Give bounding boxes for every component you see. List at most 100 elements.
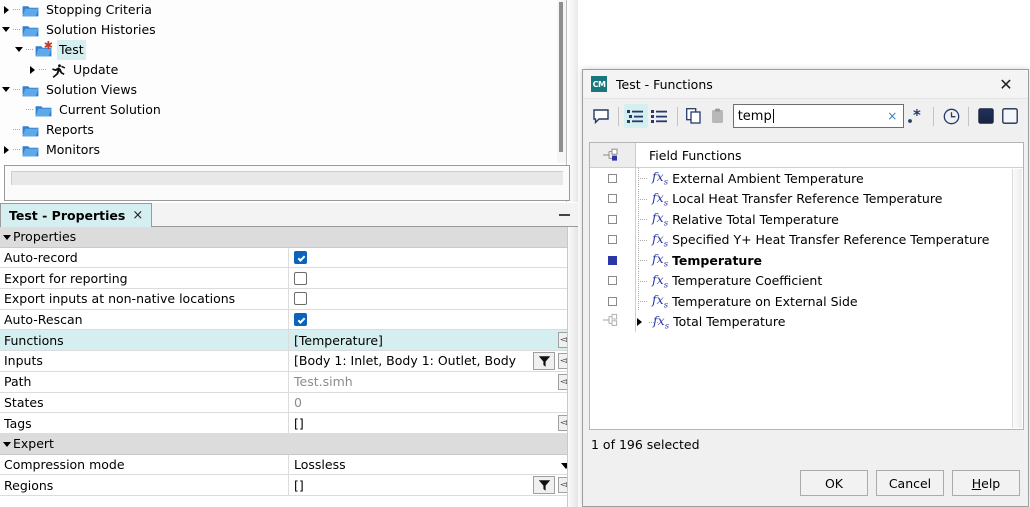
property-value-cell[interactable] [289, 310, 578, 330]
copy-icon[interactable] [683, 104, 707, 128]
checkbox[interactable] [608, 297, 617, 306]
list-scrollbar[interactable] [1012, 169, 1022, 428]
cancel-button[interactable]: Cancel [876, 470, 944, 496]
list-item-content[interactable]: fxsTemperature [636, 250, 1023, 271]
list-item-content[interactable]: fxsLocal Heat Transfer Reference Tempera… [636, 189, 1023, 210]
property-value-cell[interactable]: Lossless [289, 455, 578, 475]
properties-row-path[interactable]: PathTest.simh◅▷ [0, 372, 578, 393]
list-item[interactable]: fxsTemperature on External Side [590, 291, 1023, 312]
regex-dot-star-icon[interactable]: * [904, 104, 928, 128]
chevron-down-icon[interactable] [3, 235, 11, 240]
simulation-tree[interactable]: Stopping CriteriaSolution Histories✱Test… [0, 0, 566, 163]
tree-vertical-scrollbar[interactable] [557, 0, 566, 163]
checkbox[interactable] [294, 313, 307, 326]
tree-item-reports[interactable]: Reports [0, 120, 566, 140]
properties-group-properties[interactable]: Properties [0, 227, 578, 248]
close-icon[interactable]: ✕ [984, 70, 1028, 99]
list-item-content[interactable]: fxsExternal Ambient Temperature [636, 168, 1023, 189]
tree-list-icon[interactable] [624, 104, 648, 128]
tree-item-test[interactable]: ✱Test [0, 40, 566, 60]
checkbox[interactable] [294, 251, 307, 264]
properties-row-states[interactable]: States0 [0, 393, 578, 414]
list-item-content[interactable]: fxsTotal Temperature [636, 312, 1023, 333]
flat-list-icon[interactable] [648, 104, 672, 128]
list-item[interactable]: fxsRelative Total Temperature [590, 209, 1023, 230]
tree-item-monitors[interactable]: Monitors [0, 140, 566, 160]
clear-search-icon[interactable]: × [887, 109, 897, 123]
list-item-checkbox-cell[interactable] [590, 230, 636, 251]
chevron-right-icon[interactable] [0, 0, 13, 20]
tree-item-solution-views[interactable]: Solution Views [0, 80, 566, 100]
property-value-cell[interactable]: Test.simh◅▷ [289, 372, 578, 392]
chevron-right-icon[interactable] [26, 60, 39, 80]
list-item[interactable]: fxsExternal Ambient Temperature [590, 168, 1023, 189]
chevron-right-icon[interactable] [0, 140, 13, 160]
list-item[interactable]: fxsTemperature [590, 250, 1023, 271]
tree-filter-input[interactable] [11, 171, 563, 185]
chevron-right-icon[interactable] [636, 312, 647, 332]
list-item[interactable]: fxsTemperature Coefficient [590, 271, 1023, 292]
list-item-content[interactable]: fxsTemperature on External Side [636, 291, 1023, 312]
checkbox[interactable] [294, 272, 307, 285]
properties-table[interactable]: PropertiesAuto-recordExport for reportin… [0, 227, 578, 507]
chevron-down-icon[interactable] [13, 40, 26, 60]
list-item-checkbox-cell[interactable] [590, 168, 636, 189]
scrollbar-thumb[interactable] [559, 2, 563, 152]
properties-row-functions[interactable]: Functions[Temperature]◅▷ [0, 330, 578, 351]
list-item-content[interactable]: fxsTemperature Coefficient [636, 271, 1023, 292]
field-functions-list[interactable]: Field Functions fxsExternal Ambient Temp… [589, 142, 1024, 430]
filter-icon-button[interactable] [533, 352, 555, 370]
filled-square-icon[interactable] [974, 104, 998, 128]
empty-square-icon[interactable] [998, 104, 1022, 128]
clock-icon[interactable] [939, 104, 963, 128]
tree-item-update[interactable]: Update [0, 60, 566, 80]
list-item-checkbox-cell[interactable] [590, 189, 636, 210]
properties-row-export-inputs-at-non-native-locations[interactable]: Export inputs at non-native locations [0, 289, 578, 310]
list-item[interactable]: fxsLocal Heat Transfer Reference Tempera… [590, 189, 1023, 210]
property-value-cell[interactable] [289, 268, 578, 288]
paste-icon[interactable] [707, 104, 731, 128]
filter-icon-button[interactable] [533, 476, 555, 494]
property-value-cell[interactable]: []◅▷ [289, 413, 578, 433]
tree-filter-panel[interactable] [4, 165, 570, 201]
checkbox[interactable] [608, 256, 617, 265]
minimize-panel-button[interactable] [554, 206, 574, 224]
list-item-checkbox-cell[interactable] [590, 250, 636, 271]
help-button[interactable]: Help [952, 470, 1020, 496]
list-item[interactable]: fxsTotal Temperature [590, 312, 1023, 333]
list-item-content[interactable]: fxsSpecified Y+ Heat Transfer Reference … [636, 230, 1023, 251]
chevron-down-icon[interactable] [0, 20, 13, 40]
list-item-content[interactable]: fxsRelative Total Temperature [636, 209, 1023, 230]
close-icon[interactable]: × [132, 208, 143, 223]
property-value-cell[interactable]: [Body 1: Inlet, Body 1: Outlet, Body 1: … [289, 351, 578, 371]
property-value-cell[interactable] [289, 248, 578, 268]
tree-item-solution-histories[interactable]: Solution Histories [0, 20, 566, 40]
properties-group-expert[interactable]: Expert [0, 434, 578, 455]
ok-button[interactable]: OK [800, 470, 868, 496]
property-value-cell[interactable]: [Temperature]◅▷ [289, 330, 578, 350]
checkbox[interactable] [608, 235, 617, 244]
list-item-checkbox-cell[interactable] [590, 291, 636, 312]
list-item-checkbox-cell[interactable] [590, 312, 636, 333]
list-item-checkbox-cell[interactable] [590, 209, 636, 230]
tree-item-stopping-criteria[interactable]: Stopping Criteria [0, 0, 566, 20]
properties-row-tags[interactable]: Tags[]◅▷ [0, 413, 578, 434]
checkbox[interactable] [294, 292, 307, 305]
property-value-cell[interactable]: []◅▷ [289, 475, 578, 495]
checkbox[interactable] [608, 194, 617, 203]
tree-item-current-solution[interactable]: Current Solution [0, 100, 566, 120]
properties-row-compression-mode[interactable]: Compression modeLossless [0, 455, 578, 476]
property-value-cell[interactable] [289, 289, 578, 309]
list-item[interactable]: fxsSpecified Y+ Heat Transfer Reference … [590, 230, 1023, 251]
chevron-down-icon[interactable] [0, 80, 13, 100]
properties-row-export-for-reporting[interactable]: Export for reporting [0, 268, 578, 289]
checkbox[interactable] [608, 174, 617, 183]
chevron-down-icon[interactable] [3, 442, 11, 447]
properties-row-auto-rescan[interactable]: Auto-Rescan [0, 310, 578, 331]
tab-test-properties[interactable]: Test - Properties × [0, 203, 152, 227]
property-value-cell[interactable]: 0 [289, 393, 578, 413]
list-item-checkbox-cell[interactable] [590, 271, 636, 292]
properties-scrollbar[interactable] [567, 227, 578, 507]
properties-row-auto-record[interactable]: Auto-record [0, 248, 578, 269]
properties-row-inputs[interactable]: Inputs[Body 1: Inlet, Body 1: Outlet, Bo… [0, 351, 578, 372]
